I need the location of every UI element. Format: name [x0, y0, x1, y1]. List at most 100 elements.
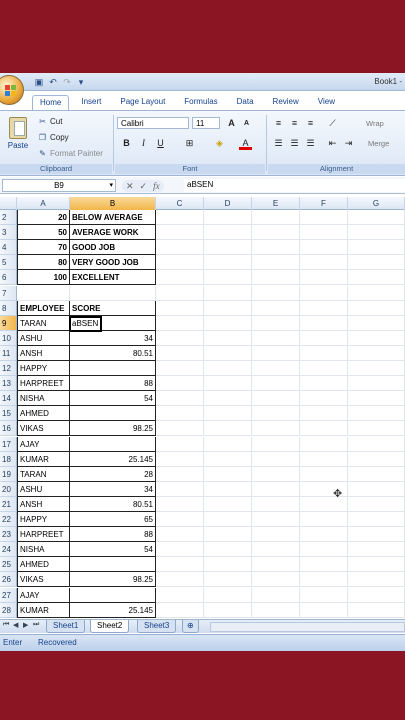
cell-column-b[interactable] [70, 587, 156, 603]
empty-cell[interactable] [348, 587, 405, 603]
column-header[interactable]: D [204, 197, 252, 210]
empty-cell[interactable] [252, 300, 300, 316]
cut-button[interactable]: ✂ Cut [38, 117, 62, 126]
empty-cell[interactable] [300, 436, 348, 452]
cell-column-a[interactable] [17, 285, 70, 301]
empty-cell[interactable] [300, 210, 348, 225]
cell-column-a[interactable]: TARAN [17, 466, 70, 482]
cell-column-a[interactable]: VIKAS [17, 421, 70, 437]
empty-cell[interactable] [156, 572, 204, 588]
empty-cell[interactable] [348, 210, 405, 225]
column-header[interactable]: G [348, 197, 405, 210]
empty-cell[interactable] [300, 542, 348, 558]
empty-cell[interactable] [252, 391, 300, 407]
empty-cell[interactable] [348, 255, 405, 271]
empty-cell[interactable] [204, 345, 252, 361]
font-size-select[interactable]: 11 [192, 117, 220, 129]
empty-cell[interactable] [348, 376, 405, 392]
row-header[interactable]: 28 [0, 602, 17, 618]
paste-button[interactable]: Paste [4, 117, 32, 150]
empty-cell[interactable] [252, 255, 300, 271]
empty-cell[interactable] [252, 315, 300, 331]
empty-cell[interactable] [156, 255, 204, 271]
row-header[interactable]: 26 [0, 572, 17, 588]
empty-cell[interactable] [156, 542, 204, 558]
horizontal-scrollbar[interactable] [210, 622, 405, 632]
cell-column-a[interactable]: KUMAR [17, 602, 70, 618]
fill-color-icon[interactable]: ◈ [213, 137, 226, 150]
sheet-tab-sheet1[interactable]: Sheet1 [46, 620, 86, 633]
empty-cell[interactable] [348, 225, 405, 241]
empty-cell[interactable] [348, 527, 405, 543]
empty-cell[interactable] [252, 496, 300, 512]
empty-cell[interactable] [300, 512, 348, 527]
align-left-icon[interactable]: ☰ [272, 137, 285, 150]
column-header[interactable]: B [70, 197, 156, 210]
cell-column-b[interactable]: 80.51 [70, 345, 156, 361]
empty-cell[interactable] [348, 361, 405, 376]
empty-cell[interactable] [348, 406, 405, 422]
row-header[interactable]: 18 [0, 451, 17, 467]
row-header[interactable]: 22 [0, 512, 17, 527]
row-header[interactable]: 14 [0, 391, 17, 407]
empty-cell[interactable] [252, 210, 300, 225]
row-header[interactable]: 23 [0, 527, 17, 543]
tab-view[interactable]: View [311, 95, 342, 110]
cell-column-b[interactable]: 80.51 [70, 496, 156, 512]
cell-column-a[interactable]: ASHU [17, 330, 70, 346]
row-header[interactable]: 10 [0, 330, 17, 346]
chevron-down-icon[interactable]: ▾ [109, 180, 113, 192]
row-header[interactable]: 17 [0, 436, 17, 452]
cell-column-a[interactable]: AJAY [17, 436, 70, 452]
empty-cell[interactable] [156, 406, 204, 422]
cell-column-a[interactable]: EMPLOYEE [17, 300, 70, 316]
empty-cell[interactable] [300, 587, 348, 603]
cell-column-b[interactable]: 98.25 [70, 421, 156, 437]
empty-cell[interactable] [204, 330, 252, 346]
enter-icon[interactable]: ✓ [140, 180, 148, 192]
cell-column-b[interactable]: 34 [70, 481, 156, 497]
name-box[interactable]: B9 ▾ [2, 179, 116, 192]
column-header[interactable]: C [156, 197, 204, 210]
empty-cell[interactable] [156, 512, 204, 527]
empty-cell[interactable] [156, 466, 204, 482]
align-right-icon[interactable]: ☰ [304, 137, 317, 150]
empty-cell[interactable] [348, 315, 405, 331]
copy-button[interactable]: ❐ Copy [38, 133, 69, 142]
empty-cell[interactable] [204, 451, 252, 467]
empty-cell[interactable] [252, 330, 300, 346]
cell-column-a[interactable]: ANSH [17, 345, 70, 361]
undo-icon[interactable]: ↶ [48, 77, 58, 87]
empty-cell[interactable] [156, 225, 204, 241]
empty-cell[interactable] [252, 481, 300, 497]
tab-home[interactable]: Home [32, 95, 70, 110]
customize-qat-icon[interactable]: ▾ [76, 77, 86, 87]
empty-cell[interactable] [156, 330, 204, 346]
cell-column-b[interactable]: aBSEN [70, 315, 156, 331]
row-header[interactable]: 6 [0, 270, 17, 286]
cell-column-b[interactable]: 88 [70, 527, 156, 543]
row-header[interactable]: 9 [0, 315, 17, 331]
row-header[interactable]: 21 [0, 496, 17, 512]
next-sheet-icon[interactable]: ▶ [23, 621, 28, 629]
empty-cell[interactable] [252, 602, 300, 618]
cell-column-b[interactable]: 88 [70, 376, 156, 392]
empty-cell[interactable] [204, 270, 252, 286]
empty-cell[interactable] [156, 527, 204, 543]
tab-review[interactable]: Review [266, 95, 306, 110]
office-button[interactable] [0, 75, 24, 105]
empty-cell[interactable] [348, 421, 405, 437]
tab-formulas[interactable]: Formulas [177, 95, 224, 110]
empty-cell[interactable] [156, 436, 204, 452]
empty-cell[interactable] [252, 436, 300, 452]
column-header[interactable]: A [17, 197, 70, 210]
sheet-tab-sheet2[interactable]: Sheet2 [90, 620, 130, 633]
empty-cell[interactable] [348, 270, 405, 286]
cell-column-b[interactable]: 54 [70, 542, 156, 558]
empty-cell[interactable] [156, 602, 204, 618]
empty-cell[interactable] [204, 210, 252, 225]
empty-cell[interactable] [348, 466, 405, 482]
empty-cell[interactable] [204, 602, 252, 618]
empty-cell[interactable] [252, 542, 300, 558]
cell-column-a[interactable]: NISHA [17, 542, 70, 558]
